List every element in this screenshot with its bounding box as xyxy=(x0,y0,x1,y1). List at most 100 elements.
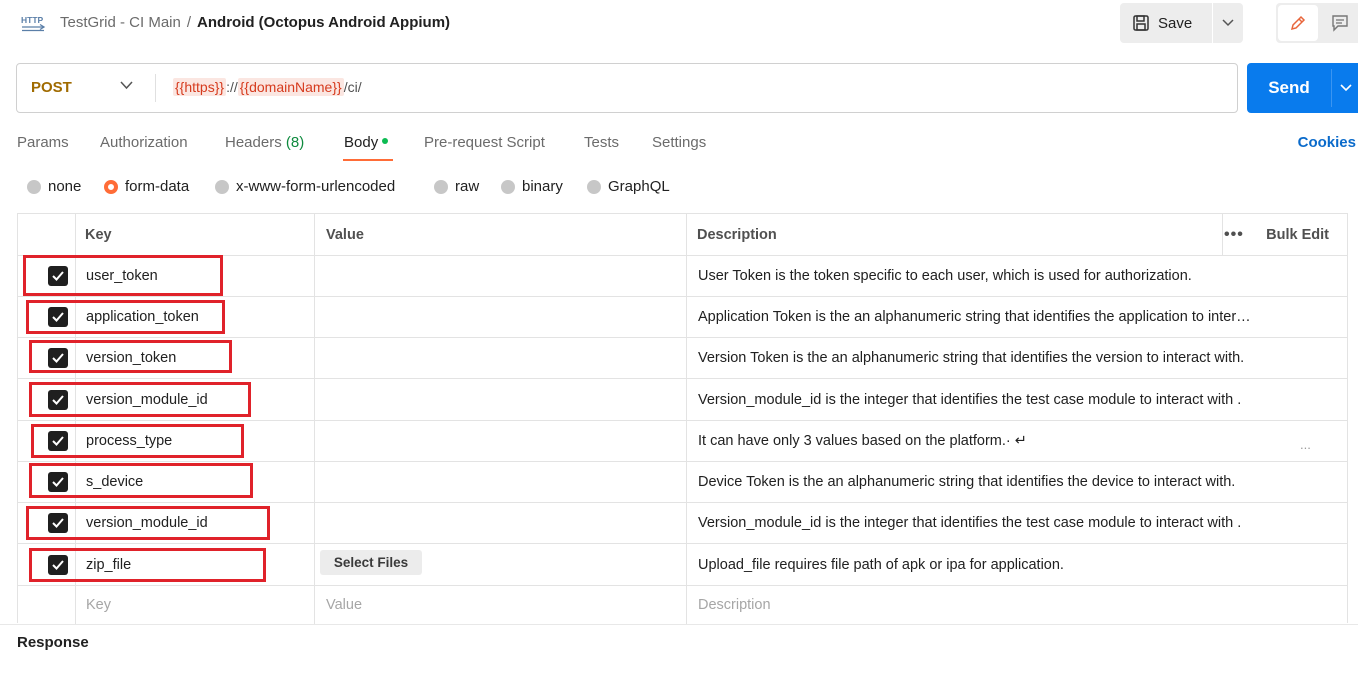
value-cell[interactable] xyxy=(326,421,684,461)
value-cell[interactable] xyxy=(326,256,684,296)
chevron-down-icon xyxy=(1222,19,1234,27)
description-cell[interactable]: Version Token is the an alphanumeric str… xyxy=(698,338,1328,378)
column-header-key: Key xyxy=(85,226,112,243)
expand-description-icon[interactable]: ... xyxy=(1300,424,1311,464)
description-cell[interactable]: Upload_file requires file path of apk or… xyxy=(698,544,1328,585)
radio-raw[interactable]: raw xyxy=(434,178,479,195)
column-header-value: Value xyxy=(326,226,364,243)
annotation-box xyxy=(29,548,266,582)
tab-body[interactable]: Body xyxy=(344,134,389,151)
select-files-button[interactable]: Select Files xyxy=(320,550,422,575)
tab-pre-request-script[interactable]: Pre-request Script xyxy=(424,134,545,151)
tab-params[interactable]: Params xyxy=(17,134,69,151)
response-section-title[interactable]: Response xyxy=(17,634,89,651)
annotation-box xyxy=(31,424,244,458)
key-placeholder[interactable]: Key xyxy=(86,586,111,624)
chevron-down-icon xyxy=(1339,84,1352,92)
edit-mode-button[interactable] xyxy=(1278,5,1318,41)
radio-label: x-www-form-urlencoded xyxy=(236,178,396,195)
radio-label: raw xyxy=(455,178,480,195)
value-cell[interactable] xyxy=(326,297,684,337)
radio-binary[interactable]: binary xyxy=(501,178,563,195)
value-cell[interactable] xyxy=(326,338,684,378)
active-tab-indicator xyxy=(343,159,393,161)
request-title[interactable]: Android (Octopus Android Appium) xyxy=(197,14,450,31)
breadcrumb-separator: / xyxy=(186,14,192,31)
radio-button-selected[interactable] xyxy=(104,179,118,194)
description-cell[interactable]: Version_module_id is the integer that id… xyxy=(698,503,1328,543)
radio-button[interactable] xyxy=(587,179,601,194)
header-divider xyxy=(1222,214,1223,255)
radio-label: form-data xyxy=(125,178,190,195)
save-button[interactable]: Save xyxy=(1120,3,1212,43)
annotation-box xyxy=(29,340,232,373)
cookies-link[interactable]: Cookies xyxy=(1298,134,1356,151)
request-tabs: Params Authorization Headers (8) Body Pr… xyxy=(0,126,1358,164)
save-button-group: Save xyxy=(1120,3,1243,43)
http-icon: HTTP xyxy=(21,15,46,32)
description-cell[interactable]: Device Token is the an alphanumeric stri… xyxy=(698,462,1328,502)
tab-settings[interactable]: Settings xyxy=(652,134,706,151)
response-divider xyxy=(0,624,1358,625)
url-variable-protocol[interactable]: {{https}} xyxy=(173,78,227,96)
comment-icon xyxy=(1332,15,1348,32)
svg-text:HTTP: HTTP xyxy=(21,15,44,25)
url-separator: :// xyxy=(226,79,238,95)
value-placeholder[interactable]: Value xyxy=(326,586,362,624)
description-cell[interactable]: Application Token is the an alphanumeric… xyxy=(698,297,1328,337)
save-label: Save xyxy=(1158,14,1193,32)
breadcrumb: TestGrid - CI Main / Android (Octopus Andr… xyxy=(60,14,450,31)
radio-button[interactable] xyxy=(501,179,515,194)
description-cell[interactable]: User Token is the token specific to each… xyxy=(698,256,1318,296)
url-divider xyxy=(155,74,156,102)
url-bar: POST {{https}}://{{domainName}}/ci/ xyxy=(16,63,1238,113)
bulk-edit-link[interactable]: Bulk Edit xyxy=(1266,214,1329,255)
annotation-box xyxy=(26,506,270,540)
breadcrumb-collection[interactable]: TestGrid - CI Main xyxy=(60,14,181,31)
annotation-box xyxy=(29,463,253,498)
chevron-down-icon[interactable] xyxy=(120,81,133,90)
value-cell[interactable] xyxy=(326,503,684,543)
save-icon xyxy=(1133,15,1149,31)
pencil-icon xyxy=(1290,15,1306,31)
radio-button[interactable] xyxy=(27,179,41,194)
annotation-box xyxy=(26,300,225,334)
radio-label: binary xyxy=(522,178,563,195)
table-header-row: Key Value Description ••• Bulk Edit xyxy=(18,214,1347,256)
url-path: /ci/ xyxy=(343,79,362,95)
more-options-icon[interactable]: ••• xyxy=(1224,214,1244,255)
radio-none[interactable]: none xyxy=(27,178,81,195)
radio-label: GraphQL xyxy=(608,178,670,195)
url-input[interactable]: {{https}}://{{domainName}}/ci/ xyxy=(173,78,362,96)
radio-button[interactable] xyxy=(434,179,448,194)
radio-graphql[interactable]: GraphQL xyxy=(587,178,670,195)
tab-headers[interactable]: Headers (8) xyxy=(225,134,304,151)
send-button[interactable]: Send xyxy=(1247,63,1331,113)
description-cell[interactable]: It can have only 3 values based on the p… xyxy=(698,421,1258,461)
send-options-button[interactable] xyxy=(1333,63,1358,113)
radio-x-www-form-urlencoded[interactable]: x-www-form-urlencoded xyxy=(215,178,395,195)
url-variable-domain[interactable]: {{domainName}} xyxy=(237,78,344,96)
tab-headers-label: Headers xyxy=(225,134,282,151)
tab-headers-count: (8) xyxy=(285,134,305,151)
column-header-description: Description xyxy=(697,226,777,243)
annotation-box xyxy=(23,255,223,296)
radio-button[interactable] xyxy=(215,179,229,194)
send-divider xyxy=(1331,69,1332,107)
tab-authorization[interactable]: Authorization xyxy=(100,134,188,151)
radio-form-data[interactable]: form-data xyxy=(104,178,189,195)
modified-indicator xyxy=(382,138,389,145)
value-cell[interactable] xyxy=(326,462,684,502)
save-options-button[interactable] xyxy=(1213,3,1243,43)
comments-button[interactable] xyxy=(1322,5,1358,41)
annotation-box xyxy=(29,382,251,417)
new-row[interactable]: Key Value Description xyxy=(18,586,1347,624)
send-button-group: Send xyxy=(1247,63,1358,113)
body-type-options: none form-data x-www-form-urlencoded raw… xyxy=(0,176,1358,200)
tab-tests[interactable]: Tests xyxy=(584,134,619,151)
description-cell[interactable]: Version_module_id is the integer that id… xyxy=(698,379,1328,420)
method-select[interactable]: POST xyxy=(31,79,72,96)
value-cell[interactable] xyxy=(326,379,684,420)
description-placeholder[interactable]: Description xyxy=(698,586,771,624)
tab-body-label: Body xyxy=(344,134,379,151)
